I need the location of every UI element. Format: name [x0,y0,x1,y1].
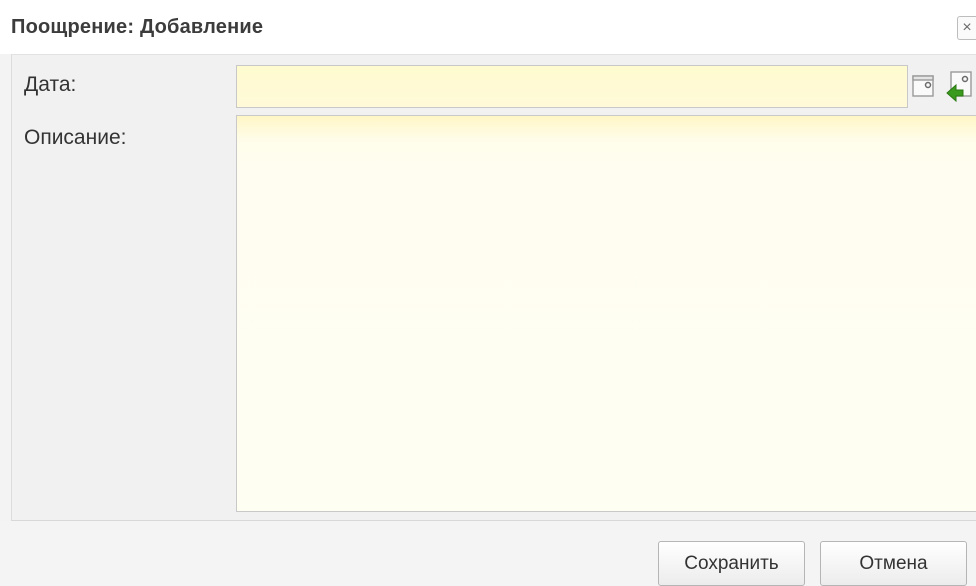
description-label: Описание: [24,126,127,149]
calendar-icon [912,75,934,97]
date-input[interactable] [236,65,908,108]
dialog-title: Поощрение: Добавление [11,16,264,38]
dialog-footer: Сохранить Отмена [0,521,976,586]
close-icon: × [962,19,972,36]
form-panel: Дата: Описание: [11,54,976,521]
today-arrow-icon [946,71,972,103]
save-button[interactable]: Сохранить [658,541,805,586]
today-button[interactable] [945,67,974,105]
add-reward-dialog: Поощрение: Добавление × Дата: Описание: … [0,0,976,586]
cancel-button[interactable]: Отмена [820,541,967,586]
close-button[interactable]: × [957,16,976,40]
dialog-titlebar: Поощрение: Добавление × [0,0,976,54]
date-label: Дата: [24,73,77,96]
description-textarea[interactable] [236,115,976,512]
calendar-button[interactable] [909,67,938,105]
